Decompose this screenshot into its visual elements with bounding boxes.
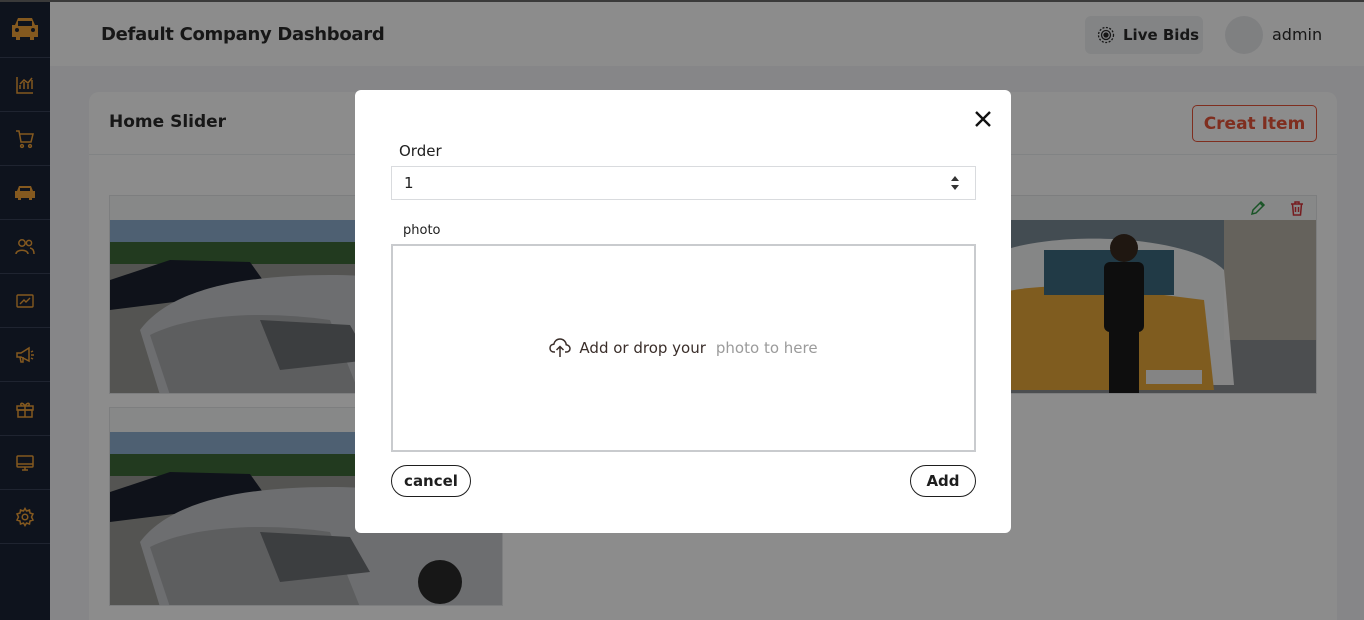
- create-item-modal: Order photo Add or drop your photo to he…: [355, 90, 1011, 533]
- close-icon[interactable]: [972, 108, 994, 130]
- photo-dropzone[interactable]: Add or drop your photo to here: [391, 244, 976, 452]
- dropzone-text: Add or drop your: [579, 339, 706, 357]
- order-label: Order: [399, 142, 442, 160]
- cancel-button[interactable]: cancel: [391, 465, 471, 497]
- dropzone-hint: photo to here: [715, 339, 818, 357]
- order-input[interactable]: [391, 166, 976, 200]
- upload-cloud-icon: [549, 338, 572, 357]
- top-border: [0, 0, 1364, 2]
- number-stepper-icon[interactable]: [946, 171, 964, 195]
- photo-label: photo: [403, 223, 441, 238]
- add-button[interactable]: Add: [910, 465, 976, 497]
